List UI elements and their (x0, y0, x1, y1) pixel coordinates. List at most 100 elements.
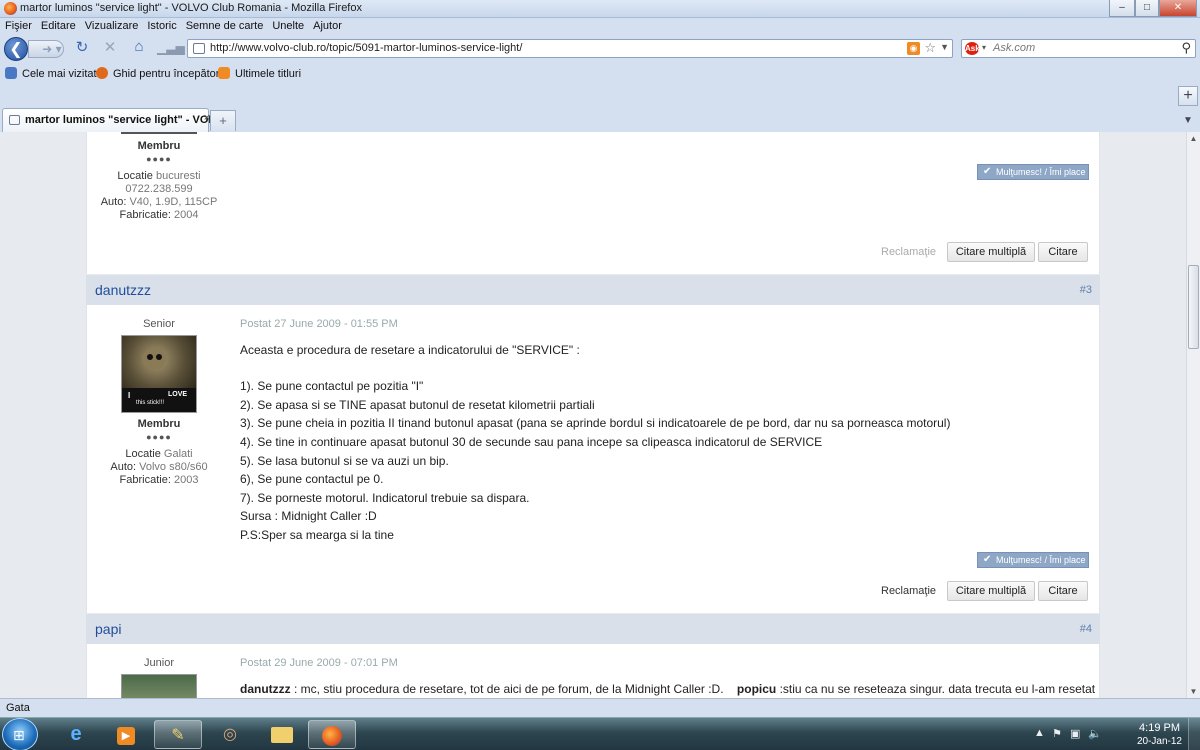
search-bar[interactable]: Ask ▾ Ask.com ⚲ (961, 39, 1196, 58)
post-line: 7). Se porneste motorul. Indicatorul tre… (240, 491, 530, 505)
vertical-scrollbar[interactable]: ▲ ▼ (1186, 132, 1200, 698)
rss-feed-icon[interactable]: ◉ (907, 42, 920, 55)
maximize-button[interactable]: □ (1135, 0, 1159, 17)
post-3 (86, 305, 1100, 613)
reload-icon[interactable]: ↻ (72, 38, 92, 58)
quoted-user: popicu (736, 682, 777, 696)
post-line: 2). Se apasa si se TINE apasat butonul d… (240, 398, 595, 412)
location-value: bucuresti (155, 170, 201, 182)
firefox-icon (4, 2, 17, 15)
quote-button[interactable]: Citare (1038, 581, 1088, 601)
menu-history[interactable]: Istoric (142, 18, 180, 32)
url-dropdown-icon[interactable]: ▼ (940, 42, 949, 52)
tab-strip: + martor luminos "service light" - VOL..… (0, 84, 1200, 132)
forward-arrow-icon: ➜ ▾ (42, 42, 62, 56)
quote-button[interactable]: Citare (1038, 242, 1088, 262)
tab-list-arrow-icon[interactable]: ▼ (1178, 112, 1198, 130)
menu-file[interactable]: Fişier (0, 18, 36, 32)
app-button-tool[interactable]: ✎ (154, 720, 202, 749)
multiquote-button[interactable]: Citare multiplă (947, 242, 1035, 262)
bookmark-most-visited[interactable]: Cele mai vizitate (5, 67, 103, 80)
scroll-up-arrow-icon[interactable]: ▲ (1187, 132, 1200, 145)
stop-icon[interactable]: ✕ (100, 38, 120, 58)
phone-value: 0722.238.599 (125, 183, 193, 195)
scroll-down-arrow-icon[interactable]: ▼ (1187, 685, 1200, 698)
engine-dropdown-icon[interactable]: ▾ (982, 43, 986, 52)
report-link[interactable]: Reclamaţie (881, 246, 936, 258)
scrollbar-thumb[interactable] (1188, 265, 1199, 349)
member-group: Membru (137, 140, 181, 152)
thanks-button[interactable]: ✔ Mulţumesc! / Îmi place (977, 164, 1089, 180)
page-icon (193, 43, 205, 54)
bookmark-star-icon[interactable]: ☆ (924, 40, 936, 56)
firefox-taskbar-button[interactable] (308, 720, 356, 749)
post-author-link[interactable]: danutzzz (95, 282, 151, 298)
location-value: Galati (163, 448, 193, 460)
start-button[interactable]: ⊞ (2, 718, 38, 750)
menu-view[interactable]: Vizualizare (80, 18, 143, 32)
media-player-icon[interactable]: ▶ (102, 720, 150, 749)
taskbar: ⊞ e ▶ ✎ ◎ ▲ ⚑ ▣ 🔈 4:19 PM 20-Jan-12 (0, 717, 1200, 750)
home-icon[interactable]: ⌂ (128, 37, 150, 59)
volume-icon[interactable]: 🔈 (1088, 727, 1102, 740)
auto-label: Auto: (110, 461, 137, 473)
menu-help[interactable]: Ajutor (308, 18, 346, 32)
minimize-button[interactable]: – (1109, 0, 1135, 17)
auto-label: Auto: (100, 196, 127, 208)
fab-label: Fabricatie: (119, 474, 171, 486)
location-label: Locatie (117, 170, 153, 182)
post-header: papi #4 (86, 614, 1100, 644)
action-center-flag-icon[interactable]: ⚑ (1052, 727, 1062, 740)
menu-bar: Fişier Editare Vizualizare Istoric Semne de … (0, 18, 1200, 36)
avatar-caption: I (128, 391, 131, 400)
search-icon[interactable]: ⚲ (1181, 40, 1191, 56)
forward-button[interactable]: ➜ ▾ (28, 40, 64, 58)
post-number-link[interactable]: #4 (1080, 623, 1092, 635)
network-icon[interactable]: ▣ (1070, 727, 1080, 740)
page-content: Membru ●●●● Locatie bucuresti 0722.238.5… (0, 132, 1186, 698)
fab-value: 2003 (173, 474, 199, 486)
avatar[interactable] (121, 674, 197, 698)
status-bar: Gata (0, 698, 1200, 717)
new-tab-button[interactable]: + (210, 110, 236, 131)
page-icon (5, 67, 17, 79)
file-explorer-icon[interactable] (258, 720, 306, 749)
internet-explorer-icon[interactable]: e (52, 720, 100, 749)
post-top-author-info: Membru ●●●● Locatie bucuresti 0722.238.5… (84, 140, 234, 222)
post-line: 1). Se pune contactul pe pozitia "I" (240, 379, 424, 393)
post-line: 3). Se pune cheia in pozitia II tinand b… (240, 416, 951, 430)
bookmark-getting-started[interactable]: Ghid pentru începători (96, 67, 222, 80)
check-icon: ✔ (983, 166, 992, 177)
post-3-author-details: Membru ●●●● Locatie Galati Auto: Volvo s… (84, 418, 234, 487)
menu-edit[interactable]: Editare (36, 18, 80, 32)
multiquote-button[interactable]: Citare multiplă (947, 581, 1035, 601)
avatar[interactable]: I LOVE this stick!!! (121, 335, 197, 413)
post-3-author-info: Senior (84, 318, 234, 331)
fab-label: Fabricatie: (119, 209, 171, 221)
app-button-spiral-icon[interactable]: ◎ (206, 720, 254, 749)
thanks-button[interactable]: ✔ Mulţumesc! / Îmi place (977, 552, 1089, 568)
back-button[interactable]: ❮ (4, 37, 28, 61)
post-line: Aceasta e procedura de resetare a indica… (240, 343, 580, 357)
search-engine-icon[interactable]: Ask (965, 42, 980, 55)
post-header: danutzzz #3 (86, 275, 1100, 305)
bookmark-latest-headlines[interactable]: Ultimele titluri (218, 67, 301, 80)
post-line: 4). Se tine in continuare apasat butonul… (240, 435, 823, 449)
tab-active[interactable]: martor luminos "service light" - VOL... … (2, 108, 224, 132)
close-button[interactable]: ✕ (1159, 0, 1197, 17)
new-tab-plus-icon[interactable]: + (1178, 86, 1198, 106)
clock-date[interactable]: 20-Jan-12 (1137, 736, 1182, 747)
menu-tools[interactable]: Unelte (267, 18, 308, 32)
search-placeholder: Ask.com (993, 42, 1036, 54)
address-bar[interactable]: http://www.volvo-club.ro/topic/5091-mart… (187, 39, 953, 58)
report-link[interactable]: Reclamaţie (881, 585, 936, 597)
clock-time[interactable]: 4:19 PM (1139, 722, 1180, 734)
post-number-link[interactable]: #3 (1080, 284, 1092, 296)
show-desktop-button[interactable] (1188, 718, 1200, 750)
show-hidden-icons-icon[interactable]: ▲ (1034, 727, 1045, 739)
auto-value: Volvo s80/s60 (139, 461, 208, 473)
tab-label: martor luminos "service light" - VOL... (25, 114, 225, 126)
post-author-link[interactable]: papi (95, 621, 121, 637)
auto-value: V40, 1.9D, 115CP (129, 196, 218, 208)
menu-bookmarks[interactable]: Semne de carte (181, 18, 268, 32)
